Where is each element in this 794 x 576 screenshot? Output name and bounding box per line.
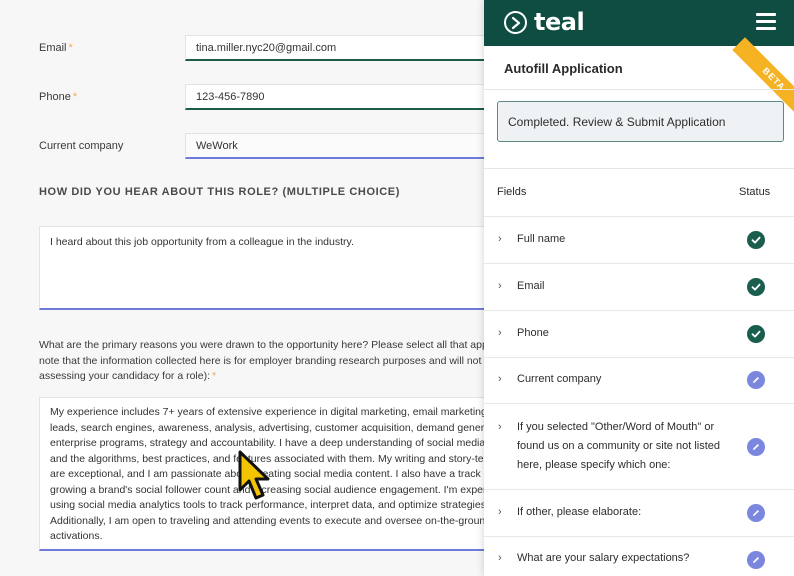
status-column-header: Status <box>739 186 771 198</box>
field-row-label: Phone <box>517 327 549 339</box>
field-row-label: Email <box>517 280 545 292</box>
chevron-right-icon: › <box>498 280 502 292</box>
phone-label: Phone * <box>39 91 77 103</box>
company-field[interactable]: WeWork <box>185 133 505 159</box>
mouse-pointer-icon <box>238 450 270 500</box>
pencil-icon[interactable] <box>747 551 765 569</box>
field-row-other-source[interactable]: › If you selected "Other/Word of Mouth" … <box>484 403 794 489</box>
phone-field[interactable]: 123-456-7890 <box>185 84 505 110</box>
email-field[interactable]: tina.miller.nyc20@gmail.com <box>185 35 505 61</box>
answer-line: My experience includes 7+ years of exten… <box>50 406 498 418</box>
answer-line: leads, search engines, awareness, analys… <box>50 421 508 434</box>
field-row-full-name[interactable]: › Full name <box>484 216 794 263</box>
field-row-label: If you selected "Other/Word of Mouth" or… <box>517 421 720 471</box>
completion-status-box: Completed. Review & Submit Application <box>497 101 784 142</box>
reasons-question: What are the primary reasons you were dr… <box>39 338 499 385</box>
chevron-right-icon: › <box>498 233 502 245</box>
email-label: Email * <box>39 42 73 54</box>
phone-label-text: Phone <box>39 91 71 103</box>
check-icon <box>747 325 765 343</box>
answer-line: activations. <box>50 530 103 542</box>
pencil-icon[interactable] <box>747 504 765 522</box>
pencil-icon[interactable] <box>747 438 765 456</box>
field-row-salary[interactable]: › What are your salary expectations? <box>484 536 794 576</box>
section-title: HOW DID YOU HEAR ABOUT THIS ROLE? (MULTI… <box>39 186 400 198</box>
field-row-elaborate[interactable]: › If other, please elaborate: <box>484 489 794 536</box>
teal-logo-icon[interactable] <box>504 11 527 34</box>
divider <box>484 89 794 90</box>
teal-extension-panel: teal Autofill Application BETA Completed… <box>484 0 794 576</box>
field-row-label: Current company <box>517 373 602 385</box>
answer-line: Additionally, I am open to traveling and… <box>50 514 492 527</box>
hear-about-textarea[interactable]: I heard about this job opportunity from … <box>39 226 509 310</box>
check-icon <box>747 231 765 249</box>
panel-title: Autofill Application <box>504 61 623 76</box>
field-row-label: If other, please elaborate: <box>517 506 642 518</box>
pencil-icon[interactable] <box>747 371 765 389</box>
field-row-phone[interactable]: › Phone <box>484 310 794 357</box>
field-row-label: What are your salary expectations? <box>517 552 690 564</box>
fields-column-header: Fields <box>497 186 527 198</box>
required-mark: * <box>72 91 78 103</box>
email-label-text: Email <box>39 42 67 54</box>
chevron-right-icon: › <box>498 327 502 339</box>
check-icon <box>747 278 765 296</box>
chevron-right-icon: › <box>498 421 502 433</box>
menu-icon[interactable] <box>756 13 776 31</box>
chevron-right-icon: › <box>498 506 502 518</box>
chevron-right-icon: › <box>498 552 502 564</box>
question-line: assessing your candidacy for a role): * <box>39 369 499 385</box>
field-row-label: Full name <box>517 233 566 245</box>
brand-name: teal <box>534 8 585 36</box>
question-line: note that the information collected here… <box>39 354 491 367</box>
chevron-right-icon: › <box>498 373 502 385</box>
company-label: Current company <box>39 140 124 152</box>
question-line: What are the primary reasons you were dr… <box>39 339 496 351</box>
divider <box>484 168 794 169</box>
required-mark: * <box>68 42 73 54</box>
question-line-text: assessing your candidacy for a role): <box>39 370 210 382</box>
field-row-current-company[interactable]: › Current company <box>484 357 794 403</box>
required-mark: * <box>212 370 217 382</box>
field-row-email[interactable]: › Email <box>484 263 794 310</box>
